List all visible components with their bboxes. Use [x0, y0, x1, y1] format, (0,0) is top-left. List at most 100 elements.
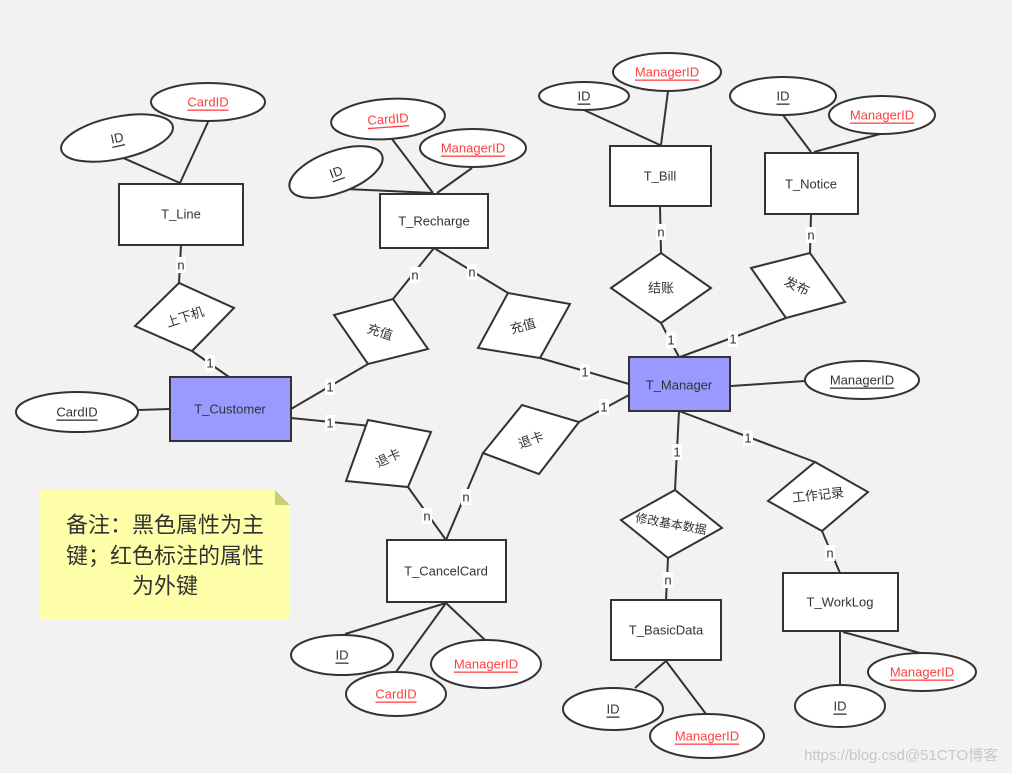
relationship-publish[interactable]: 发布	[749, 251, 847, 320]
relationship-online[interactable]: 上下机	[133, 281, 236, 353]
entity-t-cancelcard[interactable]: T_CancelCard	[386, 539, 507, 603]
attribute-cancelcard-cardid[interactable]: CardID	[345, 671, 447, 717]
svg-text:CardID: CardID	[187, 95, 228, 110]
svg-text:1: 1	[729, 332, 736, 347]
svg-text:ID: ID	[578, 89, 591, 104]
attribute-customer-cardid[interactable]: CardID	[15, 391, 139, 433]
svg-text:ID: ID	[336, 648, 349, 663]
svg-text:T_Notice: T_Notice	[785, 177, 837, 192]
cardinality-label: n	[422, 508, 432, 524]
cardinality-label: 1	[728, 331, 738, 347]
svg-text:CardID: CardID	[56, 405, 97, 420]
cardinality-label: n	[461, 489, 471, 505]
relationship-cancel-customer[interactable]: 退卡	[344, 418, 433, 489]
cardinality-label: n	[656, 224, 666, 240]
attribute-cancelcard-managerid[interactable]: ManagerID	[430, 639, 542, 689]
entity-t-customer[interactable]: T_Customer	[169, 376, 292, 442]
attribute-line-cardid[interactable]: CardID	[150, 82, 266, 122]
svg-text:1: 1	[744, 431, 751, 446]
svg-text:T_CancelCard: T_CancelCard	[404, 564, 488, 579]
svg-text:T_BasicData: T_BasicData	[629, 623, 704, 638]
svg-text:n: n	[657, 225, 664, 240]
cardinality-label: n	[663, 572, 673, 588]
attribute-manager-managerid[interactable]: ManagerID	[804, 360, 920, 400]
cardinality-label: 1	[743, 430, 753, 446]
attribute-recharge-id[interactable]: ID	[283, 136, 389, 209]
svg-text:1: 1	[600, 400, 607, 415]
attribute-notice-id[interactable]: ID	[729, 76, 837, 116]
svg-text:ID: ID	[834, 699, 847, 714]
cardinality-label: 1	[580, 364, 590, 380]
svg-text:T_Recharge: T_Recharge	[398, 214, 470, 229]
attribute-bill-managerid[interactable]: ManagerID	[612, 52, 722, 92]
svg-text:键；红色标注的属性: 键；红色标注的属性	[66, 544, 264, 569]
attribute-line-id[interactable]: ID	[57, 106, 177, 171]
entity-t-recharge[interactable]: T_Recharge	[379, 193, 489, 249]
cardinality-label: n	[410, 267, 420, 283]
cardinality-label: 1	[325, 415, 335, 431]
svg-text:n: n	[826, 546, 833, 561]
svg-text:1: 1	[326, 416, 333, 431]
attribute-worklog-managerid[interactable]: ManagerID	[867, 652, 977, 692]
relationship-modify-basic-data[interactable]: 修改基本数据	[619, 488, 724, 560]
relationship-recharge-customer[interactable]: 充值	[332, 297, 430, 366]
attribute-notice-managerid[interactable]: ManagerID	[828, 95, 936, 135]
svg-text:ManagerID: ManagerID	[635, 65, 699, 80]
svg-text:1: 1	[326, 380, 333, 395]
cardinality-label: 1	[325, 379, 335, 395]
svg-text:T_Bill: T_Bill	[644, 169, 677, 184]
svg-text:1: 1	[581, 365, 588, 380]
relationship-worklog[interactable]: 工作记录	[766, 460, 870, 533]
cardinality-label: 1	[599, 399, 609, 415]
attribute-recharge-managerid[interactable]: ManagerID	[419, 128, 527, 168]
svg-text:ManagerID: ManagerID	[454, 657, 518, 672]
entity-t-worklog[interactable]: T_WorkLog	[782, 572, 899, 632]
attribute-cancelcard-id[interactable]: ID	[290, 634, 394, 676]
svg-text:备注：黑色属性为主: 备注：黑色属性为主	[66, 513, 264, 538]
svg-text:T_Customer: T_Customer	[194, 402, 266, 417]
entity-t-bill[interactable]: T_Bill	[609, 145, 712, 207]
watermark: https://blog.csd@51CTO博客	[804, 747, 998, 764]
attribute-recharge-cardid[interactable]: CardID	[330, 95, 447, 143]
cardinality-label: 1	[666, 332, 676, 348]
svg-text:结账: 结账	[648, 281, 674, 296]
cardinality-label: n	[467, 264, 477, 280]
attribute-basicdata-id[interactable]: ID	[562, 687, 664, 731]
svg-text:n: n	[468, 265, 475, 280]
svg-text:ID: ID	[607, 702, 620, 717]
svg-text:n: n	[462, 490, 469, 505]
svg-text:1: 1	[206, 356, 213, 371]
relationship-checkout[interactable]: 结账	[609, 251, 713, 325]
svg-text:n: n	[423, 509, 430, 524]
svg-text:CardID: CardID	[375, 687, 416, 702]
cardinality-label: n	[825, 545, 835, 561]
svg-text:T_WorkLog: T_WorkLog	[807, 595, 874, 610]
svg-text:ID: ID	[777, 89, 790, 104]
svg-text:CardID: CardID	[367, 110, 409, 128]
svg-text:n: n	[177, 258, 184, 273]
svg-text:T_Manager: T_Manager	[646, 378, 713, 393]
entity-t-line[interactable]: T_Line	[118, 183, 244, 246]
svg-text:ManagerID: ManagerID	[890, 665, 954, 680]
relationship-recharge-manager[interactable]: 充值	[476, 291, 572, 360]
svg-text:ManagerID: ManagerID	[441, 141, 505, 156]
svg-text:为外键: 为外键	[132, 574, 198, 599]
entity-t-notice[interactable]: T_Notice	[764, 152, 859, 215]
svg-text:1: 1	[673, 445, 680, 460]
svg-text:ManagerID: ManagerID	[850, 108, 914, 123]
relationship-cancel-manager[interactable]: 退卡	[481, 403, 581, 476]
entity-t-manager[interactable]: T_Manager	[628, 356, 731, 412]
attribute-worklog-id[interactable]: ID	[794, 684, 886, 728]
svg-text:n: n	[664, 573, 671, 588]
cardinality-label: 1	[205, 355, 215, 371]
cardinality-label: 1	[672, 444, 682, 460]
cardinality-label: n	[806, 227, 816, 243]
attribute-basicdata-managerid[interactable]: ManagerID	[649, 713, 765, 759]
svg-text:T_Line: T_Line	[161, 207, 201, 222]
cardinality-label: n	[176, 257, 186, 273]
er-diagram: n 1 1 n n 1 1 n n 1 n 1 n 1 1 n 1 n T_Li…	[15, 52, 998, 764]
svg-text:n: n	[807, 228, 814, 243]
entity-t-basicdata[interactable]: T_BasicData	[610, 599, 722, 661]
attribute-bill-id[interactable]: ID	[538, 81, 630, 111]
svg-text:ManagerID: ManagerID	[830, 373, 894, 388]
